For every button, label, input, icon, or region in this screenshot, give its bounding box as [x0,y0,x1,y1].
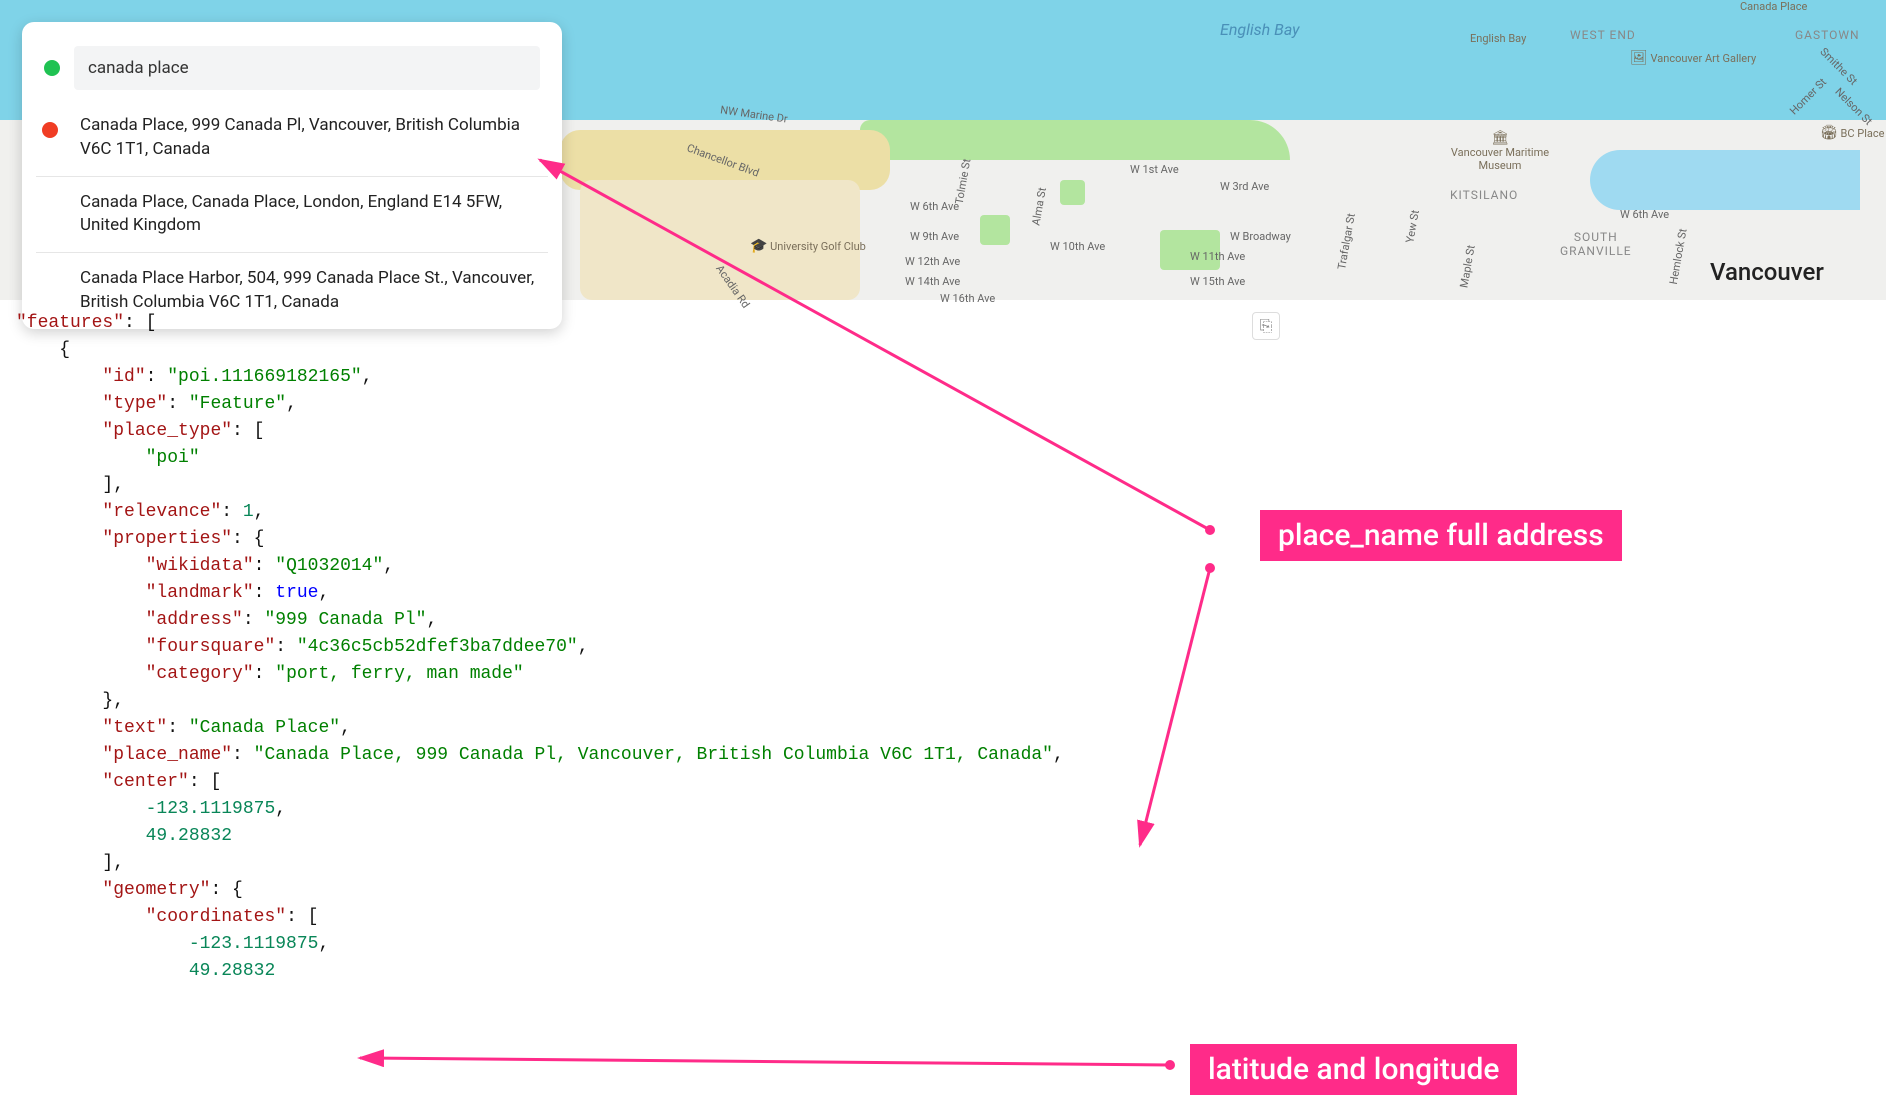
json-key: "place_name" [102,745,232,765]
json-num: 1 [243,502,254,522]
json-key: "center" [102,772,188,792]
json-key: "place_type" [102,421,232,441]
road-wbroadway: W Broadway [1230,230,1291,243]
json-bool: true [275,583,318,603]
json-num: -123.1119875 [189,934,319,954]
road-w6l: W 6th Ave [910,200,959,213]
json-key: "relevance" [102,502,221,522]
json-str: "poi" [146,448,200,468]
suggestion-text: Canada Place, 999 Canada Pl, Vancouver, … [80,115,520,159]
poi-art-gallery: 🖼 Vancouver Art Gallery [1630,50,1756,66]
road-w11: W 11th Ave [1190,250,1245,263]
poi-english-bay: English Bay [1470,32,1526,45]
search-suggestion[interactable]: Canada Place, Canada Place, London, Engl… [36,176,548,253]
annotation-latlng: latitude and longitude [1190,1044,1517,1095]
destination-dot-icon [42,122,58,138]
suggestion-text: Canada Place Harbor, 504, 999 Canada Pla… [80,268,534,312]
road-w9: W 9th Ave [910,230,959,243]
json-num: 49.28832 [146,826,232,846]
json-num: -123.1119875 [146,799,276,819]
json-str: "port, ferry, man made" [275,664,523,684]
json-str: "Canada Place, 999 Canada Pl, Vancouver,… [254,745,1053,765]
search-input[interactable]: canada place [74,46,540,90]
road-w14: W 14th Ave [905,275,960,288]
search-suggestion[interactable]: Canada Place, 999 Canada Pl, Vancouver, … [36,100,548,176]
json-key: "wikidata" [146,556,254,576]
road-w6r: W 6th Ave [1620,208,1669,221]
map-inlet [1590,150,1860,210]
json-str: "Canada Place" [189,718,340,738]
stadium-icon: 🏟 [1820,125,1838,141]
road-homer: Homer St [1787,76,1829,118]
json-key: "geometry" [102,880,210,900]
json-response-code: "features": [ { "id": "poi.111669182165"… [16,310,1866,985]
museum-icon: 🏛 [1491,130,1509,146]
json-key: "id" [102,367,145,387]
poi-golf-club: 🎓 University Golf Club [750,238,866,254]
map-park [980,215,1010,245]
json-str: "Q1032014" [275,556,383,576]
json-key: "landmark" [146,583,254,603]
district-kitsilano: KITSILANO [1450,188,1518,202]
poi-canada-place: Canada Place [1740,0,1807,13]
json-str: "poi.111669182165" [167,367,361,387]
json-key: "address" [146,610,243,630]
search-input-row: canada place [36,36,548,100]
search-panel: canada place Canada Place, 999 Canada Pl… [22,22,562,329]
road-w10: W 10th Ave [1050,240,1105,253]
road-w15: W 15th Ave [1190,275,1245,288]
district-south-granville: SOUTH GRANVILLE [1560,230,1632,258]
grad-icon: 🎓 [750,238,767,254]
road-w12: W 12th Ave [905,255,960,268]
json-key: "text" [102,718,167,738]
json-key: "features" [16,313,124,333]
json-num: 49.28832 [189,961,275,981]
map-water-label: English Bay [1220,20,1299,39]
road-w3: W 3rd Ave [1220,180,1269,193]
suggestion-text: Canada Place, Canada Place, London, Engl… [80,192,502,236]
json-key: "type" [102,394,167,414]
json-str: "999 Canada Pl" [264,610,426,630]
annotation-placename: place_name full address [1260,510,1622,561]
json-key: "foursquare" [146,637,276,657]
map-city-label: Vancouver [1710,258,1824,286]
json-key: "coordinates" [146,907,286,927]
origin-dot-icon [44,60,60,76]
json-str: "4c36c5cb52dfef3ba7ddee70" [297,637,578,657]
json-key: "properties" [102,529,232,549]
road-w16: W 16th Ave [940,292,995,305]
poi-bc-place: 🏟 BC Place [1820,125,1884,141]
map-park [860,120,1290,160]
poi-maritime-museum: 🏛Vancouver Maritime Museum [1430,130,1570,172]
road-w1: W 1st Ave [1130,163,1179,176]
district-west-end: WEST END [1570,28,1636,42]
gallery-icon: 🖼 [1630,50,1648,66]
json-key: "category" [146,664,254,684]
json-str: "Feature" [189,394,286,414]
district-gastown: GASTOWN [1795,28,1860,42]
map-park [1060,180,1085,205]
